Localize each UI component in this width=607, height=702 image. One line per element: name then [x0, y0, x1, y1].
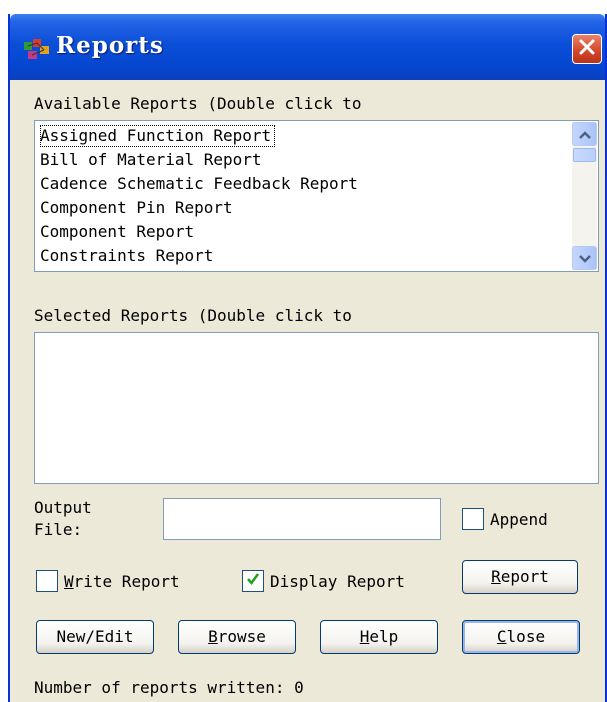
list-item-available[interactable]: Cadence Schematic Feedback Report — [40, 173, 358, 195]
append-label: Append — [490, 510, 548, 529]
title-bar[interactable]: Reports — [10, 14, 605, 80]
app-icon — [22, 36, 52, 62]
scroll-up-button[interactable] — [572, 122, 597, 146]
list-item-available[interactable]: Bill of Material Report — [40, 149, 262, 171]
status-text: Number of reports written: 0 — [34, 678, 304, 697]
browse-button[interactable]: Browse — [178, 620, 296, 654]
close-button[interactable]: Close — [462, 620, 580, 654]
help-button[interactable]: Help — [320, 620, 438, 654]
available-list-scrollbar[interactable] — [572, 122, 597, 270]
display-report-checkbox[interactable] — [242, 570, 264, 592]
output-file-label-line1: Output — [34, 498, 92, 517]
available-reports-list[interactable]: Assigned Function Report Bill of Materia… — [34, 120, 599, 272]
scroll-down-button[interactable] — [572, 246, 597, 270]
selected-reports-list[interactable] — [34, 332, 599, 484]
append-checkbox[interactable] — [462, 508, 484, 530]
display-report-label: Display Report — [270, 572, 405, 591]
reports-dialog: Reports Available Reports (Double click … — [8, 14, 607, 702]
close-window-button[interactable] — [572, 34, 602, 64]
report-button[interactable]: Report — [462, 560, 578, 594]
chevron-down-icon — [578, 249, 592, 268]
list-item-available[interactable]: Component Report — [40, 221, 194, 243]
scroll-thumb[interactable] — [573, 148, 596, 162]
write-report-label: Write Report — [64, 572, 180, 591]
list-item-available[interactable]: Constraints Report — [40, 245, 213, 267]
chevron-up-icon — [578, 125, 592, 144]
checkmark-icon — [245, 571, 261, 591]
new-edit-button[interactable]: New/Edit — [36, 620, 154, 654]
output-file-label-line2: File: — [34, 520, 83, 539]
list-item-available[interactable]: Assigned Function Report — [40, 125, 276, 147]
output-file-input[interactable] — [163, 498, 441, 540]
close-icon — [578, 38, 596, 60]
list-item-available[interactable]: Component Pin Report — [40, 197, 233, 219]
selected-reports-label: Selected Reports (Double click to — [34, 306, 352, 325]
available-reports-label: Available Reports (Double click to — [34, 94, 362, 113]
write-report-checkbox[interactable] — [36, 570, 58, 592]
window-title: Reports — [56, 32, 164, 59]
